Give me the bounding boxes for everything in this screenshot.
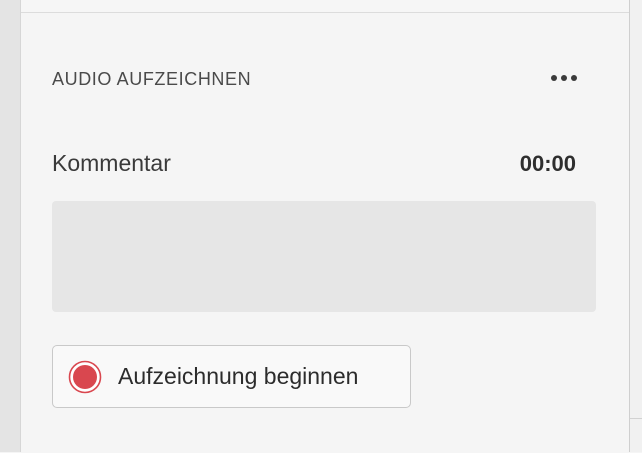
left-panel-edge: [0, 0, 21, 452]
more-horizontal-icon: [549, 75, 579, 81]
comment-input[interactable]: [52, 201, 596, 312]
right-scroll-edge: [629, 0, 642, 452]
start-recording-button[interactable]: Aufzeichnung beginnen: [52, 345, 411, 408]
comment-label: Kommentar: [52, 150, 171, 176]
panel-top-divider: [21, 0, 629, 13]
recording-timer: 00:00: [519, 151, 576, 176]
section-title: AUDIO AUFZEICHNEN: [52, 69, 252, 89]
audio-record-panel: AUDIO AUFZEICHNEN Kommentar 00:00 Aufzei…: [21, 13, 629, 452]
record-icon: [68, 360, 102, 393]
more-options-button[interactable]: [541, 65, 587, 91]
start-recording-label: Aufzeichnung beginnen: [118, 363, 359, 389]
scroll-edge-notch: [630, 418, 642, 453]
